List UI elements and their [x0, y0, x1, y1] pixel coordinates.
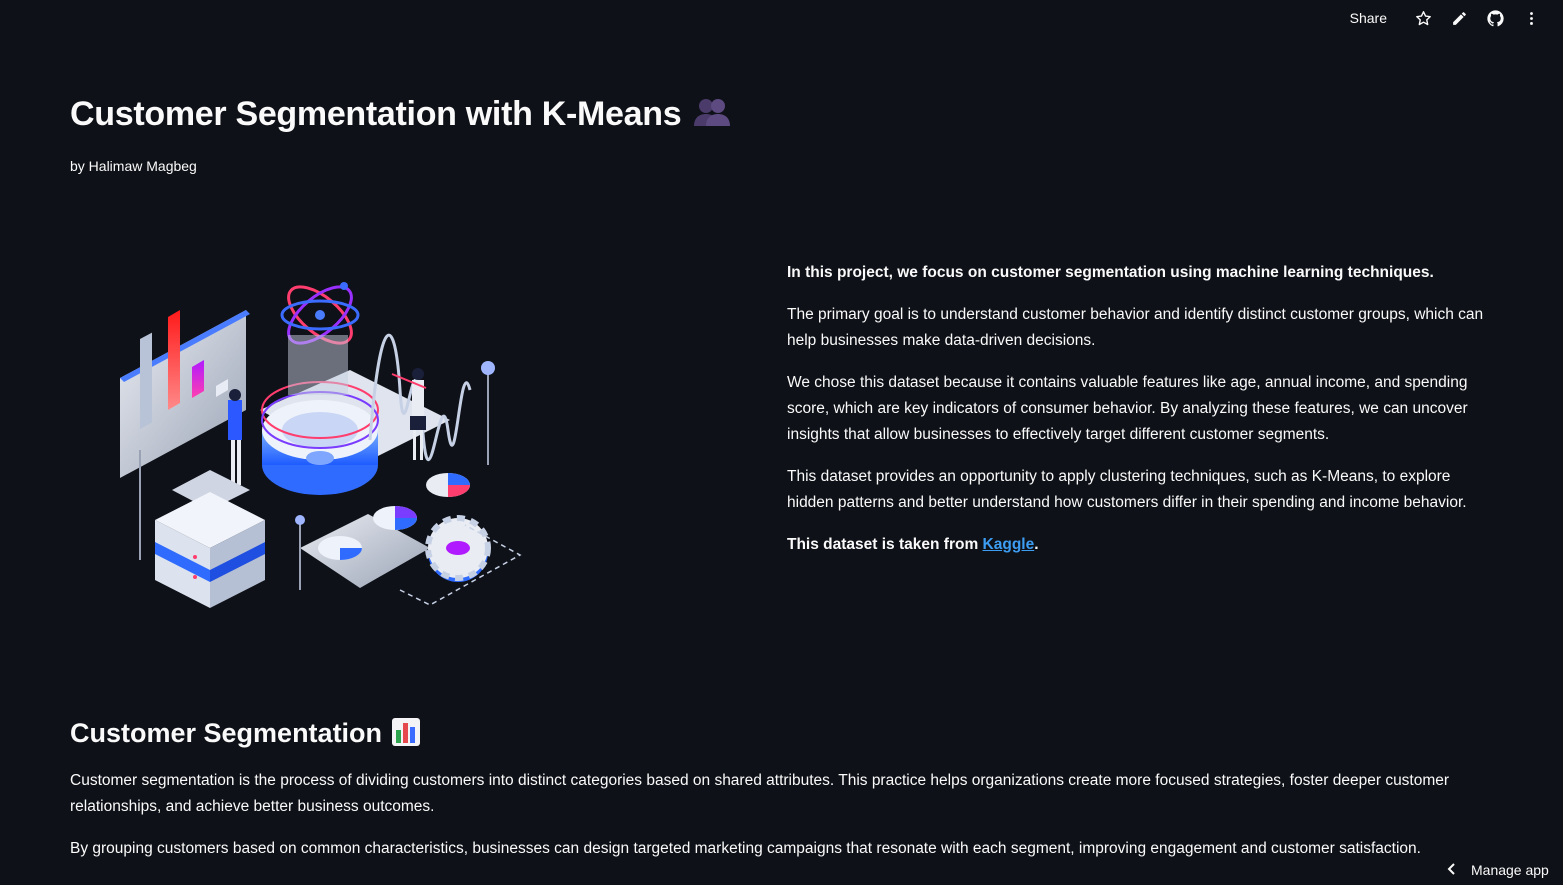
more-vertical-icon[interactable]: [1513, 0, 1549, 36]
section-title: Customer Segmentation: [70, 718, 421, 753]
intro-clustering: This dataset provides an opportunity to …: [787, 468, 1467, 511]
app-toolbar: Share: [1350, 0, 1563, 36]
share-button[interactable]: Share: [1350, 10, 1387, 26]
page-title: Customer Segmentation with K-Means: [70, 95, 731, 137]
kaggle-link[interactable]: Kaggle: [983, 536, 1035, 553]
data-science-illustration: [110, 270, 530, 615]
github-icon[interactable]: [1477, 0, 1513, 36]
section-title-text: Customer Segmentation: [70, 718, 383, 748]
intro-goal: The primary goal is to understand custom…: [787, 306, 1484, 349]
intro-text: In this project, we focus on customer se…: [787, 260, 1487, 574]
intro-source-suffix: .: [1034, 536, 1039, 553]
author-byline: by Halimaw Magbeg: [70, 158, 197, 174]
page-title-text: Customer Segmentation with K-Means: [70, 95, 682, 133]
section-paragraph-2: By grouping customers based on common ch…: [70, 840, 1421, 857]
manage-app-label: Manage app: [1471, 862, 1549, 878]
chevron-left-icon: [1447, 862, 1457, 878]
intro-lead: In this project, we focus on customer se…: [787, 264, 1434, 281]
manage-app-button[interactable]: Manage app: [1435, 855, 1563, 885]
intro-dataset-reason: We chose this dataset because it contain…: [787, 374, 1468, 443]
section-body: Customer segmentation is the process of …: [70, 768, 1470, 878]
intro-source-prefix: This dataset is taken from: [787, 536, 983, 553]
star-icon[interactable]: [1405, 0, 1441, 36]
bar-chart-icon: [392, 718, 421, 753]
intro-source: This dataset is taken from Kaggle.: [787, 536, 1039, 553]
section-paragraph-1: Customer segmentation is the process of …: [70, 772, 1450, 815]
pencil-icon[interactable]: [1441, 0, 1477, 36]
busts-in-silhouette-icon: [693, 96, 731, 137]
